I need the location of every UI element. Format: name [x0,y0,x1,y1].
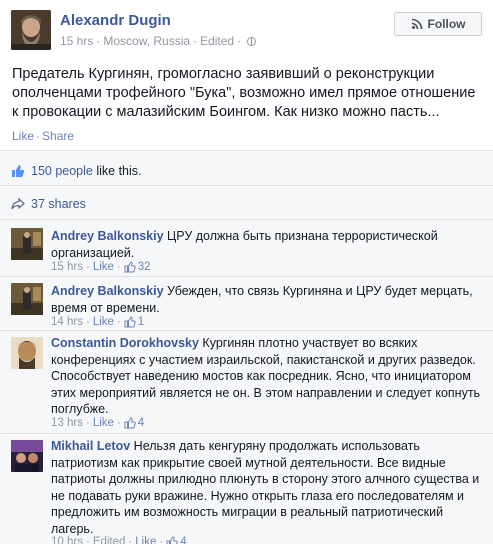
shares-link[interactable]: 37 shares [31,197,86,211]
commenter-name[interactable]: Andrey Balkonskiy [51,229,164,243]
commenter-name[interactable]: Constantin Dorokhovsky [51,336,199,350]
comment-like-count[interactable]: 32 [138,261,151,273]
comment-body: Mikhail Letov Нельзя дать кенгуряну прод… [51,438,487,537]
post-text: Предатель Кургинян, громогласно заявивши… [12,65,482,122]
commenter-avatar[interactable] [11,337,43,369]
likes-suffix: like this. [92,164,142,178]
comment: Mikhail Letov Нельзя дать кенгуряну прод… [0,434,493,544]
post-meta: 15 hrs · Moscow, Russia · Edited · [60,34,257,48]
comment-meta: 13 hrs · Like · 4 [51,417,145,429]
comment-text: патриотизм как прикрытие своей мутной де… [51,455,446,470]
globe-icon [247,37,257,46]
share-arrow-icon [11,198,25,210]
shares-row: 37 shares [0,187,493,220]
likes-summary: 150 people like this. [31,164,142,178]
edited-label[interactable]: Edited [200,34,234,48]
comment-text: не подавать руки вражине. Нужно открыть … [51,488,465,503]
comment-text: этих мероприятий является не он. В этом … [51,385,481,400]
post-text-line: ополченцами трофейного "Бука", возможно … [12,85,476,101]
post-time[interactable]: 15 hrs [60,34,93,48]
author-avatar[interactable] [11,10,51,50]
comment-text: лагерь. [51,521,94,536]
like-link[interactable]: Like [12,129,34,143]
comment-text: Нельзя дать кенгуряну продолжать использ… [133,439,420,453]
share-link[interactable]: Share [42,129,74,143]
comment-body: Andrey Balkonskiy ЦРУ должна быть призна… [51,228,487,261]
commenter-name[interactable]: Andrey Balkonskiy [51,284,164,298]
comment-text: время от времени. [51,300,160,315]
comment-like-link[interactable]: Like [93,261,114,273]
comment-like-link[interactable]: Like [135,536,156,544]
thumbs-up-icon [124,316,136,328]
post-location[interactable]: Moscow, Russia [103,34,190,48]
follow-button[interactable]: Follow [394,12,482,36]
thumbs-up-icon [124,261,136,273]
comment-text: поглубже. [51,402,109,416]
comment-like-link[interactable]: Like [93,316,114,328]
comment-like-count[interactable]: 4 [180,536,186,544]
commenter-avatar[interactable] [11,283,43,315]
post-text-line: к провокации с малазийским Боингом. Как … [12,104,440,120]
comment-text: патриоты должны прилюдно плюнуть в сторо… [51,472,480,486]
follow-label: Follow [427,17,466,31]
comment-time[interactable]: 13 hrs [51,417,83,429]
comment-body: Andrey Balkonskiy Убежден, что связь Кур… [51,283,487,316]
thumbs-up-icon [166,536,178,544]
ufi-panel: 150 people like this. 37 shares Andrey B… [0,150,493,544]
commenter-avatar[interactable] [11,440,43,472]
commenter-avatar[interactable] [11,228,43,260]
comment-time[interactable]: 10 hrs [51,536,83,544]
comment-text: ЦРУ должна быть признана террористическо… [167,229,438,243]
comment-text: Способствует наведению мостов как посред… [51,369,471,383]
thumbs-up-icon [124,417,136,429]
comment-text: Убежден, что связь Кургиняна и ЦРУ будет… [167,284,473,298]
comment: Andrey Balkonskiy Убежден, что связь Кур… [0,277,493,331]
likes-people-link[interactable]: 150 people [31,164,93,178]
comment-time[interactable]: 15 hrs [51,261,83,273]
author-name[interactable]: Alexandr Dugin [60,12,171,29]
post-header: Alexandr Dugin 15 hrs · Moscow, Russia · Edi… [0,0,493,56]
comment-text: конференциях с участием израильской, пак… [51,352,476,367]
rss-follow-icon [411,18,422,30]
comment-text: предложить им возможность миграции в реа… [51,505,444,519]
likes-row: 150 people like this. [0,151,493,186]
post-text-line: Предатель Кургинян, громогласно заявивши… [12,66,435,82]
post-actions: Like · Share [12,129,75,143]
comment-time[interactable]: 14 hrs [51,316,83,328]
comment: Constantin Dorokhovsky Кургинян плотно у… [0,331,493,434]
comment-like-link[interactable]: Like [93,417,114,429]
comment-text: организацией. [51,245,135,260]
comment-meta: 14 hrs · Like · 1 [51,316,145,328]
comment-text: Кургинян плотно участвует во всяких [202,336,418,350]
comment-like-count[interactable]: 4 [138,417,144,429]
thumbs-up-icon [12,165,25,177]
comment-meta: 15 hrs · Like · 32 [51,261,151,273]
comment-meta: 10 hrs · Edited · Like · 4 [51,536,187,544]
comment-like-count[interactable]: 1 [138,316,144,328]
comment: Andrey Balkonskiy ЦРУ должна быть призна… [0,221,493,277]
commenter-name[interactable]: Mikhail Letov [51,439,130,453]
comment-edited-label[interactable]: Edited [93,536,126,544]
comment-body: Constantin Dorokhovsky Кургинян плотно у… [51,335,487,418]
